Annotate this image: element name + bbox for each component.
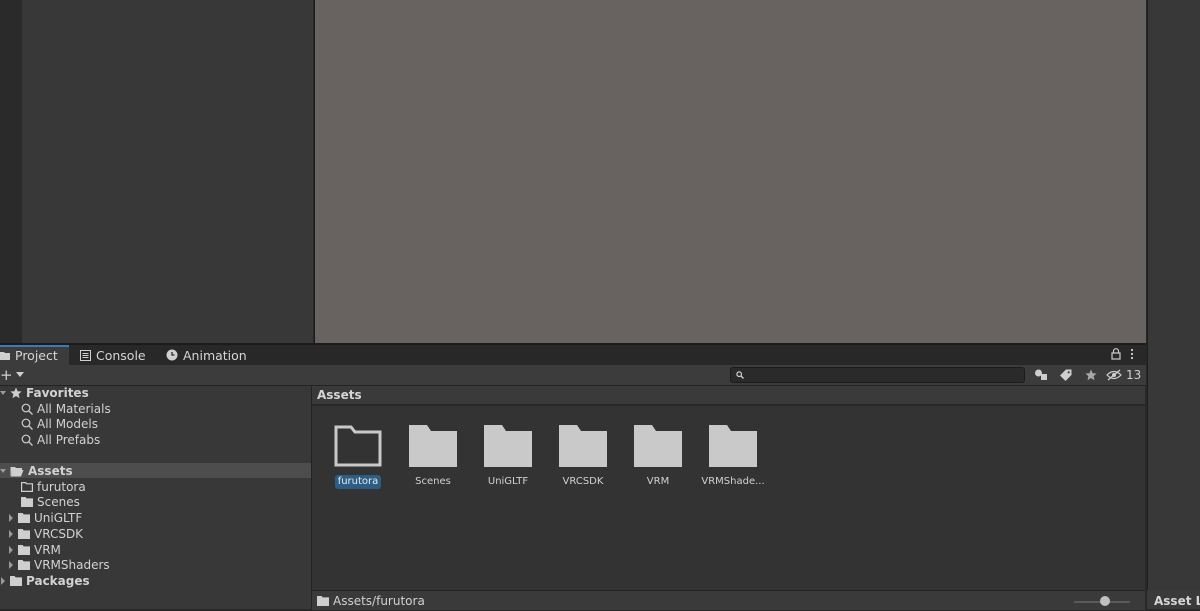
grid-folder-label: Scenes: [415, 476, 451, 487]
chevron-down-icon: [15, 372, 24, 377]
tree-item-all-models[interactable]: All Models: [21, 416, 98, 432]
folder-icon: [317, 596, 329, 606]
tree-item-label: UniGLTF: [34, 511, 83, 525]
search-field[interactable]: [730, 367, 1025, 383]
hidden-packages-button[interactable]: [1104, 366, 1124, 384]
tab-console[interactable]: Console: [72, 345, 154, 365]
search-icon: [736, 371, 744, 379]
tab-project[interactable]: Project: [0, 345, 69, 365]
tree-favorites-label: Favorites: [26, 386, 89, 400]
tree-item-all-prefabs[interactable]: All Prefabs: [21, 432, 100, 448]
folder-icon: [18, 529, 30, 539]
tree-item-label: All Prefabs: [37, 433, 101, 447]
tree-item-label: All Materials: [37, 402, 111, 416]
star-icon: [10, 387, 22, 399]
expand-arrow-icon: [9, 561, 13, 569]
expand-arrow-icon: [9, 546, 13, 554]
hierarchy-panel: [22, 0, 313, 344]
expand-arrow-icon: [0, 469, 6, 473]
scene-view[interactable]: [314, 0, 1146, 343]
filter-by-label-button[interactable]: [1054, 366, 1078, 384]
asset-labels-header: Asset La: [1147, 590, 1200, 609]
expand-arrow-icon: [9, 514, 13, 522]
lock-icon[interactable]: [1110, 348, 1122, 360]
tab-animation-label: Animation: [183, 347, 247, 363]
console-icon: [80, 349, 91, 361]
expand-arrow-icon: [9, 530, 13, 538]
project-tab-bar: Project Console Animation: [0, 345, 1146, 365]
folder-icon: [484, 425, 532, 467]
tab-animation[interactable]: Animation: [158, 345, 255, 365]
hidden-packages-count: 13: [1126, 368, 1142, 382]
folder-icon: [18, 545, 30, 555]
tree-item-furutora[interactable]: furutora: [21, 479, 86, 495]
grid-folder-vrm[interactable]: VRM: [623, 425, 693, 497]
search-icon: [21, 434, 33, 446]
search-icon: [21, 403, 33, 415]
folder-icon: [634, 425, 682, 467]
tree-item-label: All Models: [37, 417, 98, 431]
folder-icon: [10, 576, 22, 586]
tree-item-label: VRCSDK: [34, 527, 84, 541]
folder-open-icon: [10, 466, 24, 476]
grid-folder-label: UniGLTF: [487, 476, 529, 487]
grid-folder-scenes[interactable]: Scenes: [398, 425, 468, 497]
folder-outline-icon: [21, 482, 33, 492]
folder-icon: [559, 425, 607, 467]
tree-item-label: Scenes: [37, 495, 80, 509]
create-button[interactable]: +: [0, 366, 24, 384]
tab-project-label: Project: [15, 348, 58, 363]
folder-icon: [18, 513, 30, 523]
grid-folder-vrcsdk[interactable]: VRCSDK: [548, 425, 618, 497]
grid-folder-unigltf[interactable]: UniGLTF: [473, 425, 543, 497]
status-bar: Assets/furutora: [312, 590, 1145, 610]
grid-folder-label: furutora: [334, 475, 382, 489]
tree-item-scenes[interactable]: Scenes: [21, 494, 80, 510]
expand-arrow-icon: [1, 577, 5, 585]
folder-icon: [0, 352, 10, 360]
tag-icon: [1060, 369, 1072, 381]
tab-console-label: Console: [96, 347, 146, 363]
tree-item-favorites[interactable]: Favorites: [0, 385, 89, 401]
breadcrumb[interactable]: Assets: [312, 386, 1145, 405]
inspector-panel: [1147, 0, 1200, 590]
favorites-toggle-button[interactable]: [1079, 366, 1103, 384]
grid-folder-label: VRM: [646, 476, 670, 487]
selected-path: Assets/furutora: [317, 591, 425, 611]
plus-icon: +: [0, 366, 13, 384]
grid-folder-furutora[interactable]: furutora: [323, 425, 393, 497]
kebab-menu-icon[interactable]: [1128, 348, 1136, 360]
star-icon: [1085, 369, 1097, 381]
search-icon: [21, 418, 33, 430]
expand-arrow-icon: [0, 391, 6, 395]
folder-icon: [18, 560, 30, 570]
folder-icon: [709, 425, 757, 467]
tree-item-vrmshaders[interactable]: VRMShaders: [8, 557, 110, 573]
filter-by-type-button[interactable]: [1029, 366, 1053, 384]
search-input[interactable]: [747, 368, 1017, 382]
tree-item-packages[interactable]: Packages: [0, 573, 90, 589]
folder-icon: [409, 425, 457, 467]
grid-folder-label: VRCSDK: [562, 476, 604, 487]
tree-item-label: furutora: [37, 480, 86, 494]
grid-folder-vrmshaders[interactable]: VRMShade...: [698, 425, 768, 497]
clock-icon: [166, 349, 178, 361]
shapes-icon: [1035, 369, 1047, 380]
selected-path-label: Assets/furutora: [333, 594, 425, 608]
tree-item-label: VRM: [34, 543, 61, 557]
tree-item-vrm[interactable]: VRM: [8, 542, 61, 558]
tree-assets-label: Assets: [28, 464, 73, 478]
left-edge-strip: [0, 0, 22, 344]
eye-slash-icon: [1106, 369, 1122, 381]
tree-item-all-materials[interactable]: All Materials: [21, 401, 111, 417]
tree-item-vrcsdk[interactable]: VRCSDK: [8, 526, 83, 542]
tree-packages-label: Packages: [26, 574, 90, 588]
tree-item-unigltf[interactable]: UniGLTF: [8, 510, 82, 526]
icon-size-slider-thumb[interactable]: [1100, 596, 1110, 606]
tree-item-assets[interactable]: Assets: [0, 463, 73, 479]
folder-icon: [21, 497, 33, 507]
grid-folder-label: VRMShade...: [701, 476, 765, 487]
folder-outline-icon: [334, 425, 382, 467]
tree-item-label: VRMShaders: [34, 558, 110, 572]
